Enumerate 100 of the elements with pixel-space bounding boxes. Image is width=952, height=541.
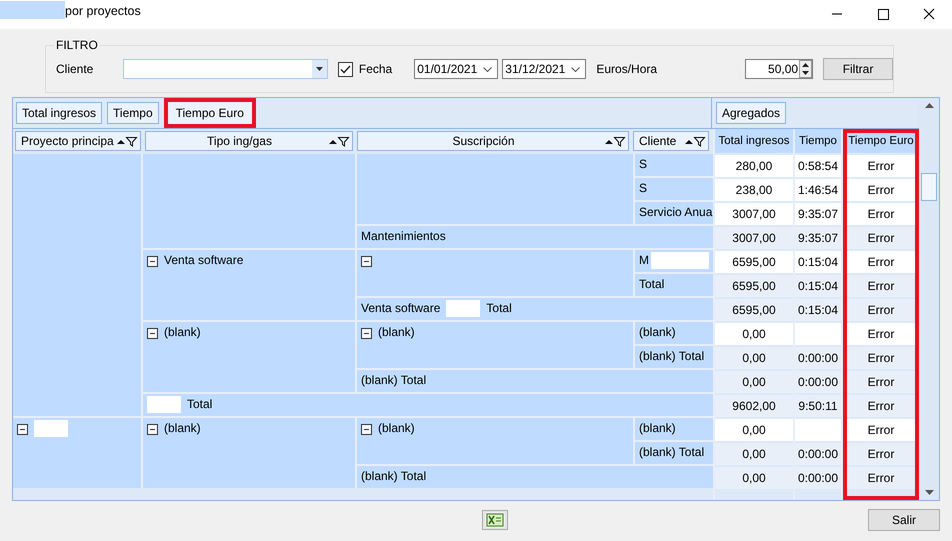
value-cell: 0:00:00	[795, 371, 841, 393]
value-cell: 0:15:04	[795, 299, 841, 321]
value-cell: 0:00:00	[795, 443, 841, 465]
value-cell: 6595,00	[715, 299, 793, 321]
value-cell: 9602,00	[715, 395, 793, 417]
column-header[interactable]: Tiempo	[795, 129, 841, 153]
value-cell: 0,00	[715, 443, 793, 465]
cell-label: M	[639, 253, 649, 267]
value-cell: Error	[847, 395, 915, 417]
value-cell: 9:35:07	[795, 203, 841, 225]
value-cell	[795, 323, 841, 345]
value-cell: 0,00	[715, 467, 793, 489]
value-cell: 0,00	[715, 347, 793, 369]
cell-label: Venta software	[361, 301, 440, 315]
spinner-icon	[799, 60, 812, 78]
filter-button[interactable]: Filtrar	[823, 58, 893, 80]
exit-button[interactable]: Salir	[868, 509, 940, 531]
value-cell: 0:58:54	[795, 155, 841, 177]
collapse-icon[interactable]	[361, 424, 372, 435]
sort-filter-icon	[684, 136, 706, 146]
value-cell: Error	[847, 227, 915, 249]
value-cell: 9:35:07	[795, 227, 841, 249]
data-field-button[interactable]: Tiempo Euro	[164, 98, 256, 128]
collapse-icon[interactable]	[147, 328, 158, 339]
sort-filter-icon	[604, 136, 626, 146]
value-cell	[795, 419, 841, 441]
cell-label: (blank)	[639, 421, 676, 435]
cell-label: (blank)	[164, 421, 201, 435]
spreadsheet-export-icon[interactable]	[482, 510, 508, 530]
scroll-up-icon[interactable]	[924, 103, 934, 108]
checkbox-label: Fecha	[358, 62, 392, 76]
value-cell: Error	[847, 323, 915, 345]
value-cell: 0,00	[715, 371, 793, 393]
value-cell: 1:46:54	[795, 179, 841, 201]
scroll-down-icon[interactable]	[924, 490, 934, 495]
cell-label: (blank) Total	[639, 349, 704, 363]
row-field-header[interactable]: Cliente	[633, 131, 709, 151]
collapse-icon[interactable]	[147, 256, 158, 267]
value-cell: Error	[847, 419, 915, 441]
value-cell: 0:15:04	[795, 275, 841, 297]
value-cell: 0:15:04	[795, 251, 841, 273]
cell-label: (blank)	[164, 325, 201, 339]
value-cell: Error	[847, 155, 915, 177]
cell-label: (blank)	[639, 325, 676, 339]
cell-label: Total	[486, 301, 512, 315]
dropdown-arrow-icon	[316, 67, 324, 71]
data-field-button[interactable]: Tiempo	[107, 102, 159, 124]
cell-label: S	[639, 157, 648, 171]
value-cell: Error	[847, 467, 915, 489]
numeric-field[interactable]: 50,00	[745, 59, 814, 79]
value-cell: 9:50:11	[795, 395, 841, 417]
date-picker[interactable]: 01/01/2021	[414, 59, 498, 79]
cell-label: Mantenimientos	[361, 229, 446, 243]
cell-label: Total	[639, 277, 664, 291]
row-field-header[interactable]: Proyecto principa	[15, 131, 141, 151]
cell-label: Venta software	[164, 253, 244, 267]
value-cell: 0,00	[715, 323, 793, 345]
checkbox[interactable]	[338, 62, 353, 76]
collapse-icon[interactable]	[17, 424, 28, 435]
value-cell: Error	[847, 203, 915, 225]
value-cell: Error	[847, 443, 915, 465]
sort-filter-icon	[328, 136, 350, 146]
aggregates-button[interactable]: Agregados	[716, 102, 786, 124]
row-field-header[interactable]: Tipo ing/gas	[145, 131, 353, 151]
sort-filter-icon	[116, 136, 138, 146]
cell-label: (blank)	[378, 421, 415, 435]
field-label: Cliente	[56, 62, 94, 76]
value-cell: 0,00	[715, 419, 793, 441]
window-title: por proyectos	[65, 4, 141, 18]
value-cell: 3007,00	[715, 203, 793, 225]
collapse-icon[interactable]	[361, 256, 372, 267]
value-cell: Error	[847, 179, 915, 201]
value-cell: Error	[847, 371, 915, 393]
chevron-icon	[483, 66, 492, 72]
date-picker[interactable]: 31/12/2021	[502, 59, 586, 79]
value-cell: 238,00	[715, 179, 793, 201]
cell-label: (blank) Total	[639, 445, 704, 459]
cell-label: Total	[187, 397, 212, 411]
cell-label: (blank) Total	[361, 469, 426, 483]
value-cell: 280,00	[715, 155, 793, 177]
value-cell: Error	[847, 275, 915, 297]
row-field-header[interactable]: Suscripción	[357, 131, 629, 151]
field-label: Euros/Hora	[596, 62, 658, 76]
cell-label: (blank) Total	[361, 373, 426, 387]
value-cell: 0:00:00	[795, 467, 841, 489]
chevron-icon	[571, 66, 580, 72]
group-title: FILTRO	[54, 38, 100, 52]
value-cell: Error	[847, 347, 915, 369]
value-cell: Error	[847, 299, 915, 321]
value-cell: 3007,00	[715, 227, 793, 249]
value-cell: Error	[847, 251, 915, 273]
cell-label: S	[639, 181, 648, 195]
cell-label: (blank)	[378, 325, 415, 339]
scroll-thumb[interactable]	[921, 173, 937, 201]
collapse-icon[interactable]	[147, 424, 158, 435]
cell-label: Servicio Anua	[639, 205, 712, 219]
column-header[interactable]: Total ingresos	[715, 129, 793, 153]
value-cell: 6595,00	[715, 251, 793, 273]
data-field-button[interactable]: Total ingresos	[16, 102, 102, 124]
collapse-icon[interactable]	[361, 328, 372, 339]
